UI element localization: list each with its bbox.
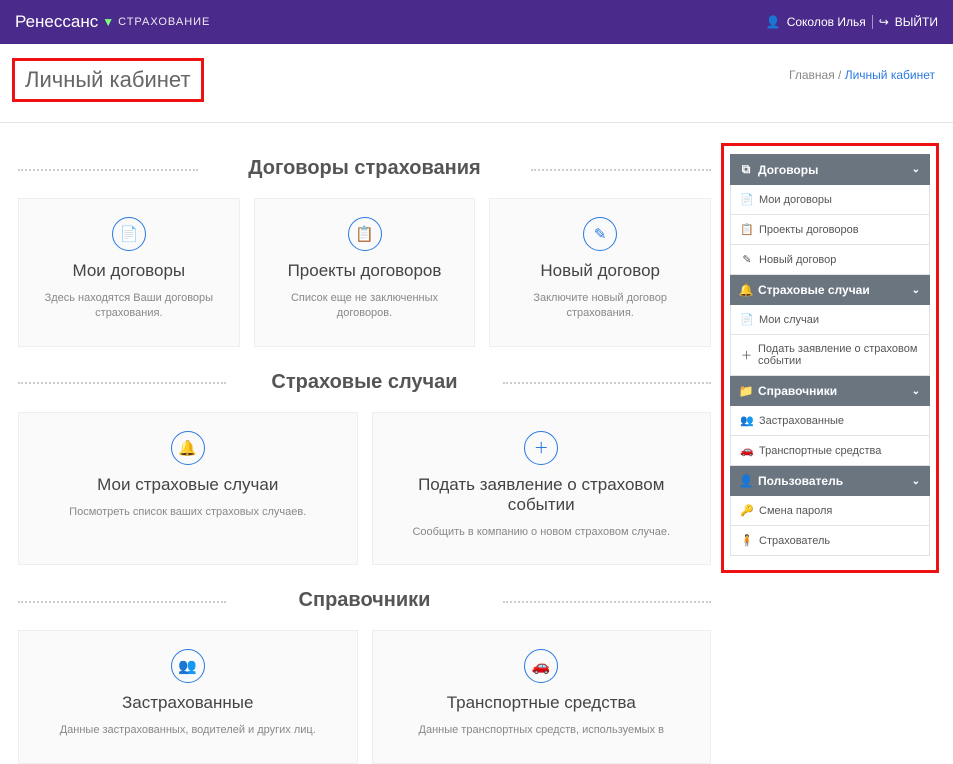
logout-link[interactable]: ВЫЙТИ [895,15,938,29]
card-my-cases[interactable]: 🔔 Мои страховые случаи Посмотреть список… [18,412,358,565]
sidebar-highlight: ⧉ Договоры ⌄ 📄 Мои договоры 📋 Проекты до… [721,143,939,573]
folder-icon: 📁 [740,384,752,398]
card-my-contracts[interactable]: 📄 Мои договоры Здесь находятся Ваши дого… [18,198,240,347]
nav-group-cases[interactable]: 🔔 Страховые случаи ⌄ [730,275,930,305]
plus-icon: ＋ [741,347,752,363]
nav-policyholder[interactable]: 🧍 Страхователь [730,526,930,556]
nav-group-label: Справочники [758,384,837,398]
document-icon: 📄 [112,217,146,251]
nav-new-contract[interactable]: ✎ Новый договор [730,245,930,275]
card-title: Мои страховые случаи [31,475,345,495]
section-title-cases: Страховые случаи [18,371,711,394]
bell-icon: 🔔 [171,431,205,465]
person-icon: 🧍 [741,534,753,547]
divider [872,15,873,29]
user-name-link[interactable]: Соколов Илья [787,15,866,29]
plus-icon: ＋ [524,431,558,465]
nav-label: Страхователь [759,535,830,547]
card-file-claim[interactable]: ＋ Подать заявление о страховом событии С… [372,412,712,565]
nav-group-refs[interactable]: 📁 Справочники ⌄ [730,376,930,406]
card-title: Подать заявление о страховом событии [385,475,699,515]
users-icon: 👥 [171,649,205,683]
main-area: Договоры страхования 📄 Мои договоры Здес… [0,133,721,764]
card-draft-contracts[interactable]: 📋 Проекты договоров Список еще не заключ… [254,198,476,347]
card-desc: Здесь находятся Ваши договоры страховани… [31,291,227,322]
nav-label: Застрахованные [759,415,844,427]
nav-group-label: Договоры [758,163,818,177]
nav-label: Новый договор [759,254,836,266]
nav-draft-contracts[interactable]: 📋 Проекты договоров [730,215,930,245]
breadcrumb: Главная / Личный кабинет [789,58,935,82]
card-title: Новый договор [502,261,698,281]
nav-label: Подать заявление о страховом событии [758,343,919,367]
nav-label: Проекты договоров [759,224,859,236]
refs-cards: 👥 Застрахованные Данные застрахованных, … [18,630,711,763]
edit-icon: ✎ [741,253,753,266]
card-title: Транспортные средства [385,693,699,713]
key-icon: 🔑 [741,504,753,517]
breadcrumb-current[interactable]: Личный кабинет [845,68,935,82]
card-title: Застрахованные [31,693,345,713]
nav-group-user[interactable]: 👤 Пользователь ⌄ [730,466,930,496]
logout-icon: ↪ [879,15,889,29]
sidebar: ⧉ Договоры ⌄ 📄 Мои договоры 📋 Проекты до… [721,133,953,764]
top-right: 👤 Соколов Илья ↪ ВЫЙТИ [766,15,938,29]
edit-icon: ✎ [583,217,617,251]
chevron-down-icon: ⌄ [912,164,920,175]
brand-triangle-icon: ▼ [102,15,114,29]
chevron-down-icon: ⌄ [912,476,920,487]
file-icon: 📄 [741,313,753,326]
nav-my-contracts[interactable]: 📄 Мои договоры [730,185,930,215]
nav-vehicles[interactable]: 🚗 Транспортные средства [730,436,930,466]
users-icon: 👥 [741,414,753,427]
brand[interactable]: Ренессанс ▼ СТРАХОВАНИЕ [15,12,210,32]
nav-group-label: Пользователь [758,474,843,488]
page-header: Личный кабинет Главная / Личный кабинет [0,44,953,123]
nav-label: Мои договоры [759,194,832,206]
nav-insured[interactable]: 👥 Застрахованные [730,406,930,436]
card-title: Проекты договоров [267,261,463,281]
chevron-down-icon: ⌄ [912,386,920,397]
card-new-contract[interactable]: ✎ Новый договор Заключите новый договор … [489,198,711,347]
chevron-down-icon: ⌄ [912,285,920,296]
nav-my-cases[interactable]: 📄 Мои случаи [730,305,930,335]
card-desc: Данные транспортных средств, используемы… [385,723,699,738]
content: Договоры страхования 📄 Мои договоры Здес… [0,123,953,764]
user-icon: 👤 [740,474,752,488]
card-desc: Посмотреть список ваших страховых случае… [31,505,345,520]
nav-label: Транспортные средства [759,445,881,457]
nav-label: Мои случаи [759,314,819,326]
contracts-cards: 📄 Мои договоры Здесь находятся Ваши дого… [18,198,711,347]
cases-cards: 🔔 Мои страховые случаи Посмотреть список… [18,412,711,565]
nav-file-claim[interactable]: ＋ Подать заявление о страховом событии [730,335,930,376]
topbar: Ренессанс ▼ СТРАХОВАНИЕ 👤 Соколов Илья ↪… [0,0,953,44]
breadcrumb-sep: / [838,68,845,82]
file-icon: 📄 [741,193,753,206]
brand-main: Ренессанс [15,12,98,32]
card-vehicles[interactable]: 🚗 Транспортные средства Данные транспорт… [372,630,712,763]
car-icon: 🚗 [524,649,558,683]
doc-draft-icon: 📋 [348,217,382,251]
card-insured[interactable]: 👥 Застрахованные Данные застрахованных, … [18,630,358,763]
brand-sub: СТРАХОВАНИЕ [118,16,210,28]
file-draft-icon: 📋 [741,223,753,236]
card-desc: Данные застрахованных, водителей и други… [31,723,345,738]
car-icon: 🚗 [741,444,753,457]
card-desc: Список еще не заключенных договоров. [267,291,463,322]
card-title: Мои договоры [31,261,227,281]
nav-group-label: Страховые случаи [758,283,870,297]
copy-icon: ⧉ [740,162,752,177]
page-title-highlight: Личный кабинет [12,58,204,102]
nav-change-password[interactable]: 🔑 Смена пароля [730,496,930,526]
bell-icon: 🔔 [740,283,752,297]
user-icon: 👤 [766,15,781,29]
nav-label: Смена пароля [759,505,832,517]
card-desc: Сообщить в компанию о новом страховом сл… [385,525,699,540]
breadcrumb-home[interactable]: Главная [789,68,835,82]
nav-group-contracts[interactable]: ⧉ Договоры ⌄ [730,154,930,185]
section-title-refs: Справочники [18,589,711,612]
card-desc: Заключите новый договор страхования. [502,291,698,322]
page-title: Личный кабинет [25,67,191,93]
section-title-contracts: Договоры страхования [18,157,711,180]
